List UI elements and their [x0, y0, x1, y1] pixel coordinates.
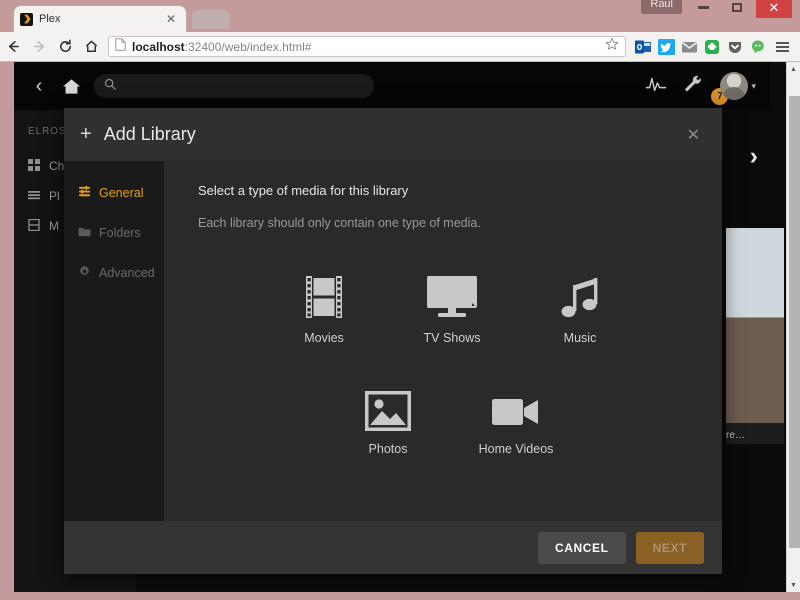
dialog-title: Add Library: [103, 124, 196, 144]
cancel-button[interactable]: CANCEL: [537, 531, 626, 564]
hangouts-icon[interactable]: [747, 36, 769, 58]
dialog-step-label: Advanced: [99, 266, 155, 280]
carousel-next-arrow[interactable]: ›: [750, 142, 758, 171]
page-viewport: ‹ 7 ▾ ELROS Ch Pl M › re… + Add Library …: [14, 62, 786, 592]
scrollbar-thumb[interactable]: [789, 96, 800, 548]
media-type-label: Home Videos: [478, 442, 554, 456]
outlook-icon[interactable]: [632, 36, 654, 58]
media-type-label: Photos: [368, 442, 408, 456]
photo-icon: [365, 375, 411, 431]
dialog-step-folders[interactable]: Folders: [64, 213, 164, 253]
list-icon: [28, 189, 40, 204]
dialog-main-panel: Select a type of media for this library …: [164, 161, 722, 521]
dialog-header: + Add Library ✕: [64, 108, 722, 161]
browser-tab-plex[interactable]: Plex ✕: [14, 6, 186, 32]
plex-search-box[interactable]: [94, 74, 374, 98]
grid-icon: [28, 158, 40, 174]
sliders-icon: [78, 185, 91, 201]
wrench-icon[interactable]: [683, 74, 704, 99]
media-type-tv-shows[interactable]: TV Shows: [388, 264, 516, 345]
sidebar-item-label: Pl: [49, 189, 60, 203]
folder-icon: [78, 226, 91, 241]
media-type-music[interactable]: Music: [516, 264, 644, 345]
add-library-dialog: + Add Library ✕ General Folders Advanced…: [64, 108, 722, 574]
browser-window: Raul ✕ Plex ✕ localhost:32400/web/index.…: [0, 0, 800, 600]
browser-toolbar: localhost:32400/web/index.html#: [0, 32, 800, 62]
media-type-movies[interactable]: Movies: [260, 264, 388, 345]
film-icon: [28, 218, 40, 234]
next-button[interactable]: NEXT: [635, 531, 704, 564]
tab-strip: Plex ✕: [0, 6, 800, 32]
sidebar-item-label: Ch: [49, 159, 65, 173]
plex-back-button[interactable]: ‹: [24, 75, 54, 98]
back-button[interactable]: [0, 34, 26, 60]
gear-icon: [78, 265, 91, 281]
home-button[interactable]: [78, 34, 104, 60]
plex-account-menu[interactable]: 7 ▾: [711, 72, 756, 105]
scroll-up-arrow[interactable]: ▲: [787, 62, 800, 76]
dialog-subheading: Each library should only contain one typ…: [198, 216, 481, 230]
music-note-icon: [559, 264, 601, 320]
tab-close-icon[interactable]: ✕: [162, 12, 180, 26]
search-icon: [104, 77, 116, 95]
tab-title: Plex: [39, 13, 61, 25]
sidebar-item-label: M: [49, 219, 59, 233]
pocket-icon[interactable]: [724, 36, 746, 58]
dialog-step-advanced[interactable]: Advanced: [64, 253, 164, 293]
address-bar-text: localhost:32400/web/index.html#: [132, 40, 605, 54]
twitter-icon[interactable]: [655, 36, 677, 58]
close-icon[interactable]: ✕: [681, 121, 706, 149]
reload-button[interactable]: [52, 34, 78, 60]
scroll-down-arrow[interactable]: ▼: [787, 578, 800, 592]
video-camera-icon: [491, 375, 541, 431]
page-document-icon: [115, 37, 126, 56]
media-type-home-videos[interactable]: Home Videos: [452, 375, 580, 456]
feedly-icon[interactable]: [701, 36, 723, 58]
media-type-row-1: Movies TV Shows Music: [198, 264, 722, 345]
avatar[interactable]: [720, 72, 749, 100]
media-type-label: Music: [563, 331, 597, 345]
activity-icon[interactable]: [645, 74, 667, 99]
dialog-step-label: Folders: [99, 226, 141, 240]
url-host: localhost: [132, 39, 185, 54]
poster-title: re…: [726, 430, 745, 441]
page-scrollbar[interactable]: ▲ ▼: [786, 62, 800, 592]
chevron-down-icon[interactable]: ▾: [751, 81, 756, 92]
plus-icon: +: [80, 123, 92, 145]
plex-header-actions: 7 ▾: [645, 72, 760, 105]
url-path: :32400/web/index.html#: [184, 39, 312, 54]
forward-button[interactable]: [26, 34, 52, 60]
media-type-label: Movies: [304, 331, 344, 345]
bookmark-star-icon[interactable]: [605, 37, 619, 56]
dialog-footer: CANCEL NEXT: [64, 521, 722, 574]
media-type-row-2: Photos Home Videos: [198, 375, 722, 456]
media-type-label: TV Shows: [423, 331, 481, 345]
dialog-heading: Select a type of media for this library: [198, 183, 409, 198]
dialog-steps-nav: General Folders Advanced: [64, 161, 164, 521]
plex-app-header: ‹ 7 ▾: [14, 62, 770, 110]
mail-icon[interactable]: [678, 36, 700, 58]
media-type-photos[interactable]: Photos: [324, 375, 452, 456]
dialog-step-general[interactable]: General: [64, 173, 164, 213]
dialog-body: General Folders Advanced Select a type o…: [64, 161, 722, 521]
search-input[interactable]: [122, 80, 364, 92]
address-bar[interactable]: localhost:32400/web/index.html#: [108, 36, 626, 57]
poster-art: [726, 228, 784, 423]
home-icon[interactable]: [54, 78, 88, 95]
monitor-icon: [426, 264, 478, 320]
plex-favicon-icon: [20, 12, 33, 26]
film-strip-icon: [304, 264, 344, 320]
chrome-menu-icon[interactable]: [770, 41, 794, 52]
dialog-step-label: General: [99, 186, 144, 200]
poster-card[interactable]: re…: [726, 228, 784, 444]
new-tab-button[interactable]: [192, 10, 230, 29]
